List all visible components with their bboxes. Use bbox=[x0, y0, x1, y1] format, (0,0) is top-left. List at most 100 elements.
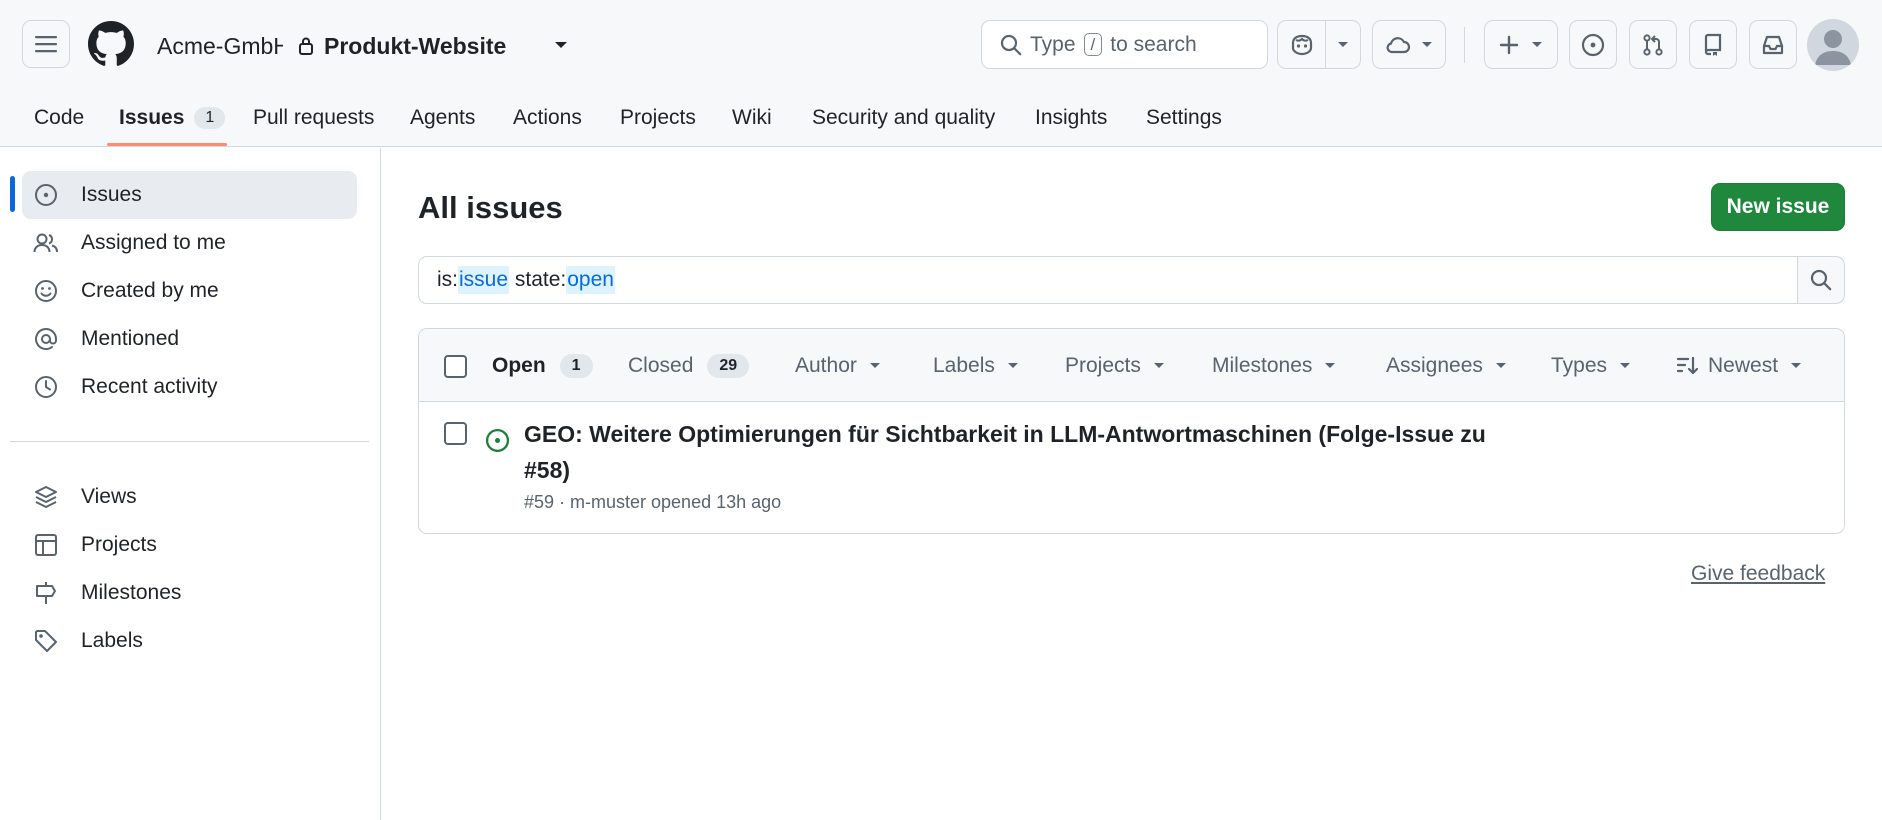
tab-label: Code bbox=[34, 105, 85, 129]
sidebar-item-recent-activity[interactable]: Recent activity bbox=[22, 363, 357, 411]
repositories-shortcut-button[interactable] bbox=[1689, 20, 1737, 69]
search-icon bbox=[1000, 34, 1022, 55]
sidebar-item-mentioned[interactable]: Mentioned bbox=[22, 315, 357, 363]
give-feedback-link[interactable]: Give feedback bbox=[1691, 562, 1825, 586]
tab-label: Issues bbox=[119, 105, 185, 129]
labels-filter[interactable]: Labels bbox=[933, 329, 1019, 402]
tab-issues[interactable]: Issues 1 bbox=[119, 88, 226, 147]
filter-value: issue bbox=[458, 266, 510, 294]
tab-code[interactable]: Code bbox=[34, 88, 84, 147]
tab-pull-requests[interactable]: Pull requests bbox=[253, 88, 374, 147]
assignees-filter[interactable]: Assignees bbox=[1386, 329, 1507, 402]
tab-label: Insights bbox=[1035, 105, 1108, 129]
tab-security[interactable]: Security and quality bbox=[812, 88, 995, 147]
search-shortcut-key: / bbox=[1083, 33, 1103, 56]
filter-value: open bbox=[566, 266, 615, 294]
chevron-down-icon bbox=[1338, 41, 1349, 47]
search-prefix-text: Type bbox=[1030, 32, 1076, 56]
new-issue-button[interactable]: New issue bbox=[1711, 183, 1845, 231]
sidebar-item-assigned[interactable]: Assigned to me bbox=[22, 219, 357, 267]
open-label: Open bbox=[492, 353, 546, 377]
codespaces-button[interactable] bbox=[1372, 20, 1446, 69]
copilot-main[interactable] bbox=[1278, 21, 1325, 68]
tab-settings[interactable]: Settings bbox=[1146, 88, 1222, 147]
issues-shortcut-button[interactable] bbox=[1569, 20, 1617, 69]
select-all-checkbox[interactable] bbox=[444, 355, 467, 378]
open-issues-tab[interactable]: Open 1 bbox=[492, 329, 593, 402]
sort-dropdown[interactable]: Newest bbox=[1676, 329, 1802, 402]
repo-link[interactable]: Produkt-Website bbox=[324, 33, 506, 60]
search-suffix-text: to search bbox=[1110, 32, 1197, 56]
user-avatar[interactable] bbox=[1807, 19, 1859, 71]
issues-list-header: Open 1 Closed 29 Author Labels Projects … bbox=[419, 329, 1844, 402]
sidebar-item-views[interactable]: Views bbox=[22, 473, 357, 521]
issue-title-link[interactable]: GEO: Weitere Optimierungen für Sichtbark… bbox=[524, 416, 1524, 488]
tab-label: Security and quality bbox=[812, 105, 996, 129]
chevron-down-icon bbox=[1153, 362, 1164, 368]
owner-link[interactable]: Acme-GmbH bbox=[157, 33, 283, 60]
filter-label: Milestones bbox=[1212, 353, 1313, 377]
sidebar-item-label: Issues bbox=[81, 183, 142, 206]
copilot-button[interactable] bbox=[1277, 20, 1361, 69]
active-item-indicator bbox=[10, 176, 15, 212]
sidebar-item-label: Created by me bbox=[81, 279, 219, 302]
global-search-input[interactable]: Type / to search bbox=[981, 20, 1268, 69]
issue-checkbox[interactable] bbox=[444, 422, 467, 445]
lock-icon bbox=[299, 37, 313, 55]
chevron-down-icon bbox=[1495, 362, 1506, 368]
global-header: Acme-GmbH Produkt-Website Type / to sear… bbox=[0, 0, 1882, 147]
tab-wiki[interactable]: Wiki bbox=[732, 88, 772, 147]
open-count-badge: 1 bbox=[559, 353, 593, 378]
git-pull-request-icon bbox=[1643, 33, 1663, 56]
mention-icon bbox=[35, 328, 57, 350]
search-icon bbox=[1810, 269, 1832, 291]
sidebar-item-label: Milestones bbox=[81, 581, 182, 604]
sidebar-item-labels[interactable]: Labels bbox=[22, 617, 357, 665]
sidebar-item-created[interactable]: Created by me bbox=[22, 267, 357, 315]
closed-label: Closed bbox=[628, 353, 694, 377]
pull-requests-shortcut-button[interactable] bbox=[1629, 20, 1677, 69]
chevron-down-icon[interactable] bbox=[554, 40, 568, 50]
filter-label: Projects bbox=[1065, 353, 1141, 377]
filter-label: Labels bbox=[933, 353, 995, 377]
sort-desc-icon bbox=[1676, 356, 1698, 374]
sort-label: Newest bbox=[1708, 353, 1779, 377]
tab-actions[interactable]: Actions bbox=[513, 88, 582, 147]
issues-filter-input[interactable]: is: issue state: open bbox=[418, 256, 1798, 304]
milestone-icon bbox=[36, 582, 56, 604]
inbox-icon bbox=[1762, 35, 1784, 54]
types-filter[interactable]: Types bbox=[1551, 329, 1631, 402]
sidebar-item-label: Mentioned bbox=[81, 327, 180, 350]
sidebar-divider bbox=[10, 441, 369, 442]
sidebar-item-issues[interactable]: Issues bbox=[22, 171, 357, 219]
create-new-button[interactable] bbox=[1484, 20, 1558, 69]
default-avatar-icon bbox=[1815, 30, 1851, 65]
sidebar-item-label: Recent activity bbox=[81, 375, 218, 398]
closed-count-badge: 29 bbox=[707, 353, 750, 378]
tab-insights[interactable]: Insights bbox=[1035, 88, 1107, 147]
chevron-down-icon bbox=[869, 362, 880, 368]
tab-label: Wiki bbox=[732, 105, 772, 129]
tab-projects[interactable]: Projects bbox=[620, 88, 696, 147]
sidebar-item-milestones[interactable]: Milestones bbox=[22, 569, 357, 617]
author-filter[interactable]: Author bbox=[795, 329, 881, 402]
chevron-down-icon bbox=[1532, 41, 1542, 47]
sidebar-item-label: Assigned to me bbox=[81, 231, 226, 254]
sidebar-item-label: Labels bbox=[81, 629, 143, 652]
list-item[interactable]: GEO: Weitere Optimierungen für Sichtbark… bbox=[419, 402, 1844, 533]
menu-button[interactable] bbox=[22, 20, 70, 68]
milestones-filter[interactable]: Milestones bbox=[1212, 329, 1336, 402]
issues-count-badge: 1 bbox=[194, 106, 226, 129]
tab-agents[interactable]: Agents bbox=[410, 88, 475, 147]
chevron-down-icon bbox=[1620, 362, 1631, 368]
inbox-button[interactable] bbox=[1749, 20, 1797, 69]
sidebar-item-projects[interactable]: Projects bbox=[22, 521, 357, 569]
page-title: All issues bbox=[418, 190, 563, 225]
closed-issues-tab[interactable]: Closed 29 bbox=[628, 329, 750, 402]
tab-label: Pull requests bbox=[253, 105, 375, 129]
filter-search-button[interactable] bbox=[1797, 256, 1845, 304]
sidebar-item-label: Views bbox=[81, 485, 137, 508]
projects-filter[interactable]: Projects bbox=[1065, 329, 1165, 402]
github-logo-icon[interactable] bbox=[88, 21, 134, 67]
copilot-dropdown[interactable] bbox=[1326, 21, 1360, 68]
